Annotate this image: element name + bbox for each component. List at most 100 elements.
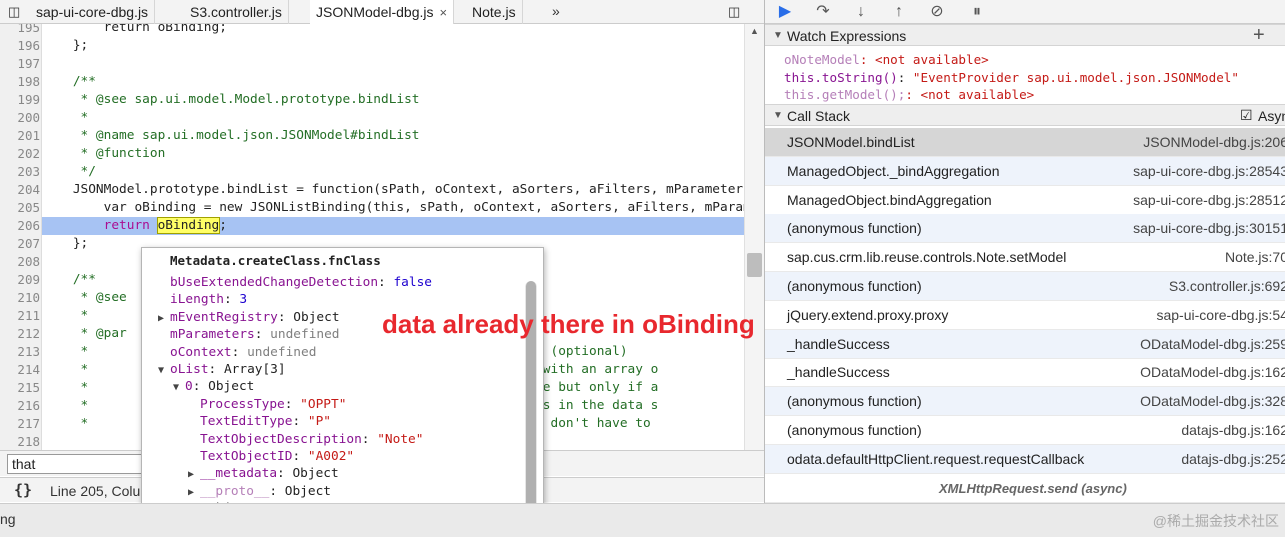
call-frame-location[interactable]: JSONModel-dbg.js:206 [1143, 134, 1285, 150]
call-frame-location[interactable]: sap-ui-core-dbg.js:30151 [1133, 220, 1285, 236]
line-number[interactable]: 200 [0, 109, 40, 127]
file-tab[interactable]: Note.js [466, 0, 523, 24]
line-number[interactable]: 206 [0, 217, 40, 235]
scrollbar-thumb[interactable] [747, 253, 762, 277]
line-number[interactable]: 208 [0, 253, 40, 271]
line-number[interactable]: 195 [0, 24, 40, 37]
step-into-icon[interactable]: ↓ [849, 1, 873, 23]
close-tab-icon[interactable]: × [440, 5, 448, 20]
more-tabs-button[interactable]: » [552, 3, 560, 20]
call-frame[interactable]: ManagedObject._bindAggregation sap-ui-cor… [765, 156, 1285, 186]
watch-expressions-header[interactable]: ▼ Watch Expressions + [765, 24, 1285, 46]
hovered-token[interactable]: oBinding [156, 217, 221, 234]
line-number-gutter[interactable]: 195 196 197 198 199 200 201 202 203 204 205 206 207 2… [0, 24, 42, 450]
code-line[interactable]: return oBinding; [42, 24, 744, 37]
line-number[interactable]: 196 [0, 37, 40, 55]
expanded-triangle-icon[interactable]: ▼ [158, 362, 170, 380]
call-frame[interactable]: (anonymous function) S3.controller.js:692 [765, 272, 1285, 301]
tree-row[interactable]: ▼ 0: Object [173, 378, 254, 396]
call-frame-location[interactable]: Note.js:70 [1225, 249, 1285, 265]
code-line[interactable]: * @function [42, 145, 744, 163]
line-number[interactable]: 217 [0, 415, 40, 433]
line-number[interactable]: 216 [0, 397, 40, 415]
scroll-up-icon[interactable]: ▲ [750, 26, 759, 36]
async-checkbox-icon[interactable]: ☑ [1240, 107, 1253, 124]
pretty-print-button[interactable]: {} [14, 481, 32, 499]
line-number[interactable]: 204 [0, 181, 40, 199]
call-frame-location[interactable]: S3.controller.js:692 [1169, 278, 1285, 294]
line-number[interactable]: 202 [0, 145, 40, 163]
deactivate-breakpoints-icon[interactable]: ⊘ [925, 1, 949, 23]
line-number[interactable]: 211 [0, 307, 40, 325]
call-frame-location[interactable]: datajs-dbg.js:252 [1181, 451, 1285, 467]
code-line[interactable]: return oBinding; [42, 217, 744, 235]
call-frame-location[interactable]: ODataModel-dbg.js:328 [1140, 393, 1285, 409]
call-frame-location[interactable]: datajs-dbg.js:162 [1181, 422, 1285, 438]
line-number[interactable]: 209 [0, 271, 40, 289]
editor-scrollbar[interactable]: ▲ [744, 24, 764, 450]
line-number[interactable]: 213 [0, 343, 40, 361]
call-frame[interactable]: sap.cus.crm.lib.reuse.controls.Note.setM… [765, 243, 1285, 273]
line-number[interactable]: 214 [0, 361, 40, 379]
collapsed-triangle-icon[interactable]: ▶ [188, 484, 200, 502]
code-line[interactable]: }; [42, 37, 744, 55]
file-tab[interactable]: S3.controller.js [184, 0, 289, 24]
search-input[interactable] [7, 454, 147, 474]
line-number[interactable]: 215 [0, 379, 40, 397]
collapsed-triangle-icon[interactable]: ▶ [188, 466, 200, 484]
watch-expression[interactable]: this.toString(): "EventProvider sap.ui.m… [784, 69, 1239, 86]
call-frame[interactable]: JSONModel.bindList JSONModel-dbg.js:206 [765, 128, 1285, 157]
line-number[interactable]: 210 [0, 289, 40, 307]
collapsed-triangle-icon[interactable]: ▶ [158, 310, 170, 328]
call-frame-location[interactable]: sap-ui-core-dbg.js:28543 [1133, 163, 1285, 179]
code-line[interactable]: */ [42, 163, 744, 181]
code-line[interactable]: /** [42, 73, 744, 91]
line-number[interactable]: 199 [0, 91, 40, 109]
code-line[interactable]: * [42, 109, 744, 127]
file-tab[interactable]: sap-ui-core-dbg.js [30, 0, 156, 24]
call-stack-header[interactable]: ▼ Call Stack ☑ Async [765, 104, 1285, 126]
call-frame[interactable]: (anonymous function) ODataModel-dbg.js:32… [765, 387, 1285, 417]
resume-icon[interactable]: ▶ [773, 1, 797, 23]
code-line[interactable]: * @name sap.ui.model.json.JSONModel#bind… [42, 127, 744, 145]
step-over-icon[interactable]: ↷ [811, 1, 835, 23]
pause-on-exceptions-icon[interactable]: ⏸ [965, 1, 989, 23]
line-number[interactable]: 207 [0, 235, 40, 253]
line-number[interactable]: 203 [0, 163, 40, 181]
tree-row[interactable]: ▼ oList: Array[3] [158, 361, 286, 379]
call-frame[interactable]: odata.defaultHttpClient.request.requestC… [765, 444, 1285, 474]
code-line[interactable]: var oBinding = new JSONListBinding(this,… [42, 199, 744, 217]
tree-row[interactable]: ▶ __proto__: Object [188, 483, 331, 501]
line-number[interactable]: 198 [0, 73, 40, 91]
toggle-navigator-icon[interactable]: ◫ [8, 3, 20, 20]
call-frame[interactable]: jQuery.extend.proxy.proxy sap-ui-core-dbg… [765, 301, 1285, 330]
toggle-debugger-icon[interactable]: ◫ [728, 3, 740, 20]
step-out-icon[interactable]: ↑ [887, 1, 911, 23]
call-frame-location[interactable]: sap-ui-core-dbg.js:28512 [1133, 192, 1285, 208]
property-key: TextEditType [200, 414, 293, 430]
line-number[interactable]: 205 [0, 199, 40, 217]
watch-expression[interactable]: oNoteModel: <not available> [784, 51, 989, 68]
code-line[interactable]: JSONModel.prototype.bindList = function(… [42, 181, 744, 199]
add-watch-icon[interactable]: + [1253, 25, 1265, 45]
expanded-triangle-icon[interactable]: ▼ [173, 379, 185, 397]
call-frame-location[interactable]: sap-ui-core-dbg.js:54 [1156, 307, 1285, 323]
call-frame[interactable]: (anonymous function) sap-ui-core-dbg.js:3… [765, 214, 1285, 244]
tree-row[interactable]: ▶ mEventRegistry: Object [158, 309, 340, 327]
call-frame[interactable]: ManagedObject.bindAggregation sap-ui-core… [765, 186, 1285, 215]
debugger-sidebar: ▶ ↷ ↓ ↑ ⊘ ⏸ ▼ Watch Expressions + oNoteM… [764, 0, 1285, 503]
call-frame-location[interactable]: ODataModel-dbg.js:259 [1140, 336, 1285, 352]
code-line[interactable] [42, 55, 744, 73]
line-number[interactable]: 212 [0, 325, 40, 343]
tree-row[interactable]: ▶ __metadata: Object [188, 465, 339, 483]
file-tab[interactable]: JSONModel-dbg.js × [310, 0, 455, 24]
watch-expression[interactable]: this.getModel();: <not available> [784, 86, 1034, 103]
code-line[interactable]: * @see sap.ui.model.Model.prototype.bind… [42, 91, 744, 109]
line-number[interactable]: 201 [0, 127, 40, 145]
line-number[interactable]: 197 [0, 55, 40, 73]
call-frame[interactable]: (anonymous function) datajs-dbg.js:162 [765, 416, 1285, 445]
call-frame-location[interactable]: ODataModel-dbg.js:162 [1140, 364, 1285, 380]
call-frame[interactable]: _handleSuccess ODataModel-dbg.js:162 [765, 358, 1285, 388]
call-frame[interactable]: _handleSuccess ODataModel-dbg.js:259 [765, 329, 1285, 359]
line-number[interactable]: 218 [0, 433, 40, 450]
